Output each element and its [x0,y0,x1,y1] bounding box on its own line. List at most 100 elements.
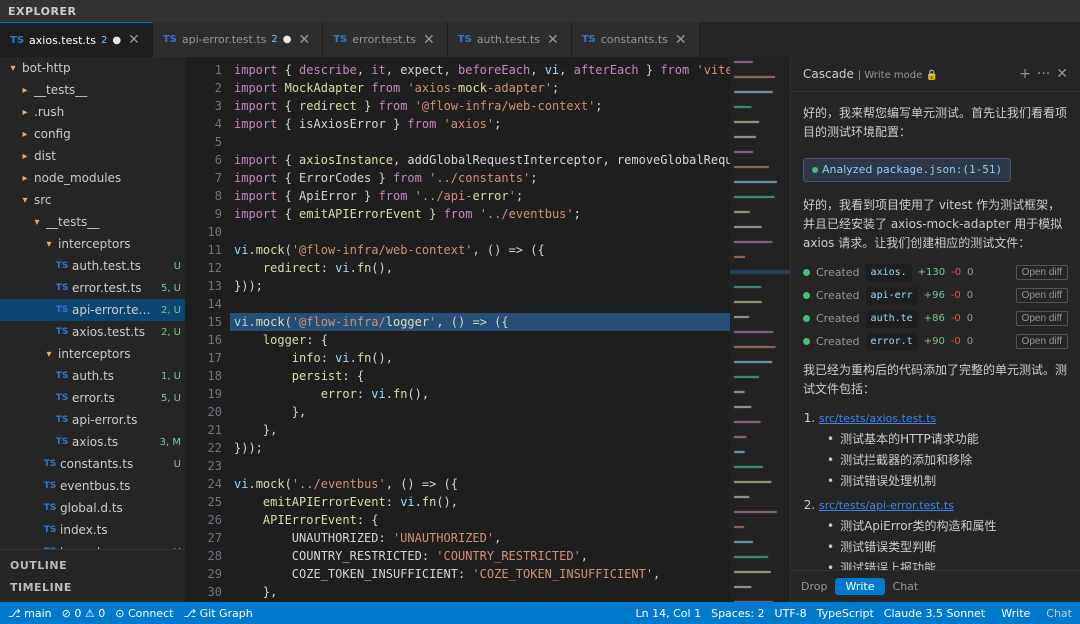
tree-item-auth-test-ts[interactable]: TSauth.test.tsU [0,255,185,277]
tree-item-bot-http[interactable]: ▾bot-http [0,57,185,79]
open-diff-btn-0[interactable]: Open diff [1016,265,1068,280]
code-line-27: UNAUTHORIZED: 'UNAUTHORIZED', [230,529,730,547]
file-link-1[interactable]: src/tests/api-error.test.ts [819,499,954,512]
timeline-section[interactable]: Timeline [0,576,185,598]
created-row-1: Createdapi-err+96-00Open diff [803,287,1068,305]
chevron-interceptors-folder: ▾ [43,239,55,250]
icon-axios-ts: TS [55,437,69,447]
icon-error-ts: TS [55,393,69,403]
code-line-3: import { redirect } from '@flow-infra/we… [230,97,730,115]
code-line-25: emitAPIErrorEvent: vi.fn(), [230,493,730,511]
label-axios-ts: axios.ts [72,435,153,449]
status-branch[interactable]: ⎇ main [8,607,52,620]
chevron-src-tests: ▾ [31,217,43,228]
status-write[interactable]: Write [995,606,1036,621]
title-bar: Explorer [0,0,1080,22]
label-bot-http: bot-http [22,61,185,75]
tree-item-error-test-ts[interactable]: TSerror.test.ts5, U [0,277,185,299]
code-line-16: logger: { [230,331,730,349]
tree-item-config[interactable]: ▸config [0,123,185,145]
write-button[interactable]: Write [835,578,884,595]
status-chat[interactable]: Chat [1046,607,1072,620]
code-line-24: vi.mock('../eventbus', () => ({ [230,475,730,493]
created-row-0: Createdaxios.+130-00Open diff [803,264,1068,282]
cascade-menu-icon[interactable]: ··· [1037,66,1050,82]
code-line-22: })); [230,439,730,457]
label-auth-test-ts: auth.test.ts [72,259,167,273]
code-line-9: import { emitAPIErrorEvent } from '../ev… [230,205,730,223]
badge-error-test-ts: 5, U [157,283,185,294]
tree-item-error-ts[interactable]: TSerror.ts5, U [0,387,185,409]
editor-area: 1234567891011121314151617181920212223242… [185,57,790,602]
cascade-summary: 我已经为重构后的代码添加了完整的单元测试。测试文件包括： [803,361,1068,399]
tree-item-interceptors-src[interactable]: ▾interceptors [0,343,185,365]
cascade-intro: 好的，我来帮您编写单元测试。首先让我们看看项目的测试环境配置： [803,104,1068,142]
status-git: ⎇ Git Graph [183,607,252,620]
tree-item-axios-test-ts[interactable]: TSaxios.test.ts2, U [0,321,185,343]
tree-item-api-error-ts[interactable]: TSapi-error.ts [0,409,185,431]
tree-item-eventbus-ts[interactable]: TSeventbus.ts [0,475,185,497]
analyzed-badge: Analyzed package.json:(1-51) [803,158,1011,182]
tree-item-src-tests[interactable]: ▾__tests__ [0,211,185,233]
code-line-11: vi.mock('@flow-infra/web-context', () =>… [230,241,730,259]
open-diff-btn-3[interactable]: Open diff [1016,334,1068,349]
tree-item-global-d-ts[interactable]: TSglobal.d.ts [0,497,185,519]
bullet-1-2: •测试错误上报功能 [827,559,1068,570]
created-row-2: Createdauth.te+86-00Open diff [803,310,1068,328]
tab-axios-test[interactable]: TSaxios.test.ts2●✕ [0,22,153,57]
cascade-close-icon[interactable]: ✕ [1056,66,1068,82]
created-row-3: Createderror.t+90-00Open diff [803,333,1068,351]
icon-eventbus-ts: TS [43,481,57,491]
tree-item-node_modules[interactable]: ▸node_modules [0,167,185,189]
code-line-28: COUNTRY_RESTRICTED: 'COUNTRY_RESTRICTED'… [230,547,730,565]
code-line-18: persist: { [230,367,730,385]
tree-item-dist[interactable]: ▸dist [0,145,185,167]
cascade-title: Cascade [803,67,854,81]
icon-axios-test-ts: TS [55,327,69,337]
label-auth-ts: auth.ts [72,369,154,383]
tree-item-axios-ts[interactable]: TSaxios.ts3, M [0,431,185,453]
tree-item-auth-ts[interactable]: TSauth.ts1, U [0,365,185,387]
code-line-12: redirect: vi.fn(), [230,259,730,277]
label-interceptors-src: interceptors [58,347,185,361]
code-line-2: import MockAdapter from 'axios-mock-adap… [230,79,730,97]
tab-api-error-test[interactable]: TSapi-error.test.ts2●✕ [153,22,323,57]
label-api-error-ts: api-error.ts [72,413,185,427]
tree-item-types-ts[interactable]: TStypes.tsU [0,541,185,549]
tree-item-__tests__[interactable]: ▸__tests__ [0,79,185,101]
label-node_modules: node_modules [34,171,185,185]
explorer-title: Explorer [8,5,76,18]
tree-item-src[interactable]: ▾src [0,189,185,211]
cascade-plus-icon[interactable]: + [1019,66,1031,82]
tab-error-test[interactable]: TSerror.test.ts✕ [323,22,448,57]
icon-index-ts: TS [43,525,57,535]
label-interceptors-folder: interceptors [58,237,185,251]
tab-constants[interactable]: TSconstants.ts✕ [572,22,700,57]
created-dot-0 [803,269,810,276]
tree-item-interceptors-folder[interactable]: ▾interceptors [0,233,185,255]
tree-item-rush[interactable]: ▸.rush [0,101,185,123]
bullet-1-0: •测试ApiError类的构造和属性 [827,517,1068,536]
chevron-__tests__: ▸ [19,85,31,96]
file-link-0[interactable]: src/tests/axios.test.ts [819,412,936,425]
chat-button[interactable]: Chat [893,580,919,593]
icon-global-d-ts: TS [43,503,57,513]
icon-constants-ts: TS [43,459,57,469]
tree-item-index-ts[interactable]: TSindex.ts [0,519,185,541]
code-line-1: import { describe, it, expect, beforeEac… [230,61,730,79]
tab-auth-test[interactable]: TSauth.test.ts✕ [448,22,572,57]
bullet-0-1: •测试拦截器的添加和移除 [827,451,1068,470]
label-config: config [34,127,185,141]
code-line-7: import { ErrorCodes } from '../constants… [230,169,730,187]
icon-auth-ts: TS [55,371,69,381]
outline-section[interactable]: Outline [0,554,185,576]
open-diff-btn-2[interactable]: Open diff [1016,311,1068,326]
chevron-src: ▾ [19,195,31,206]
icon-api-error-ts: TS [55,415,69,425]
badge-constants-ts: U [170,459,185,470]
chevron-bot-http: ▾ [7,63,19,74]
tree-item-api-error-test-ts[interactable]: TSapi-error.test.ts2, U [0,299,185,321]
label-api-error-test-ts: api-error.test.ts [72,303,154,317]
open-diff-btn-1[interactable]: Open diff [1016,288,1068,303]
tree-item-constants-ts[interactable]: TSconstants.tsU [0,453,185,475]
